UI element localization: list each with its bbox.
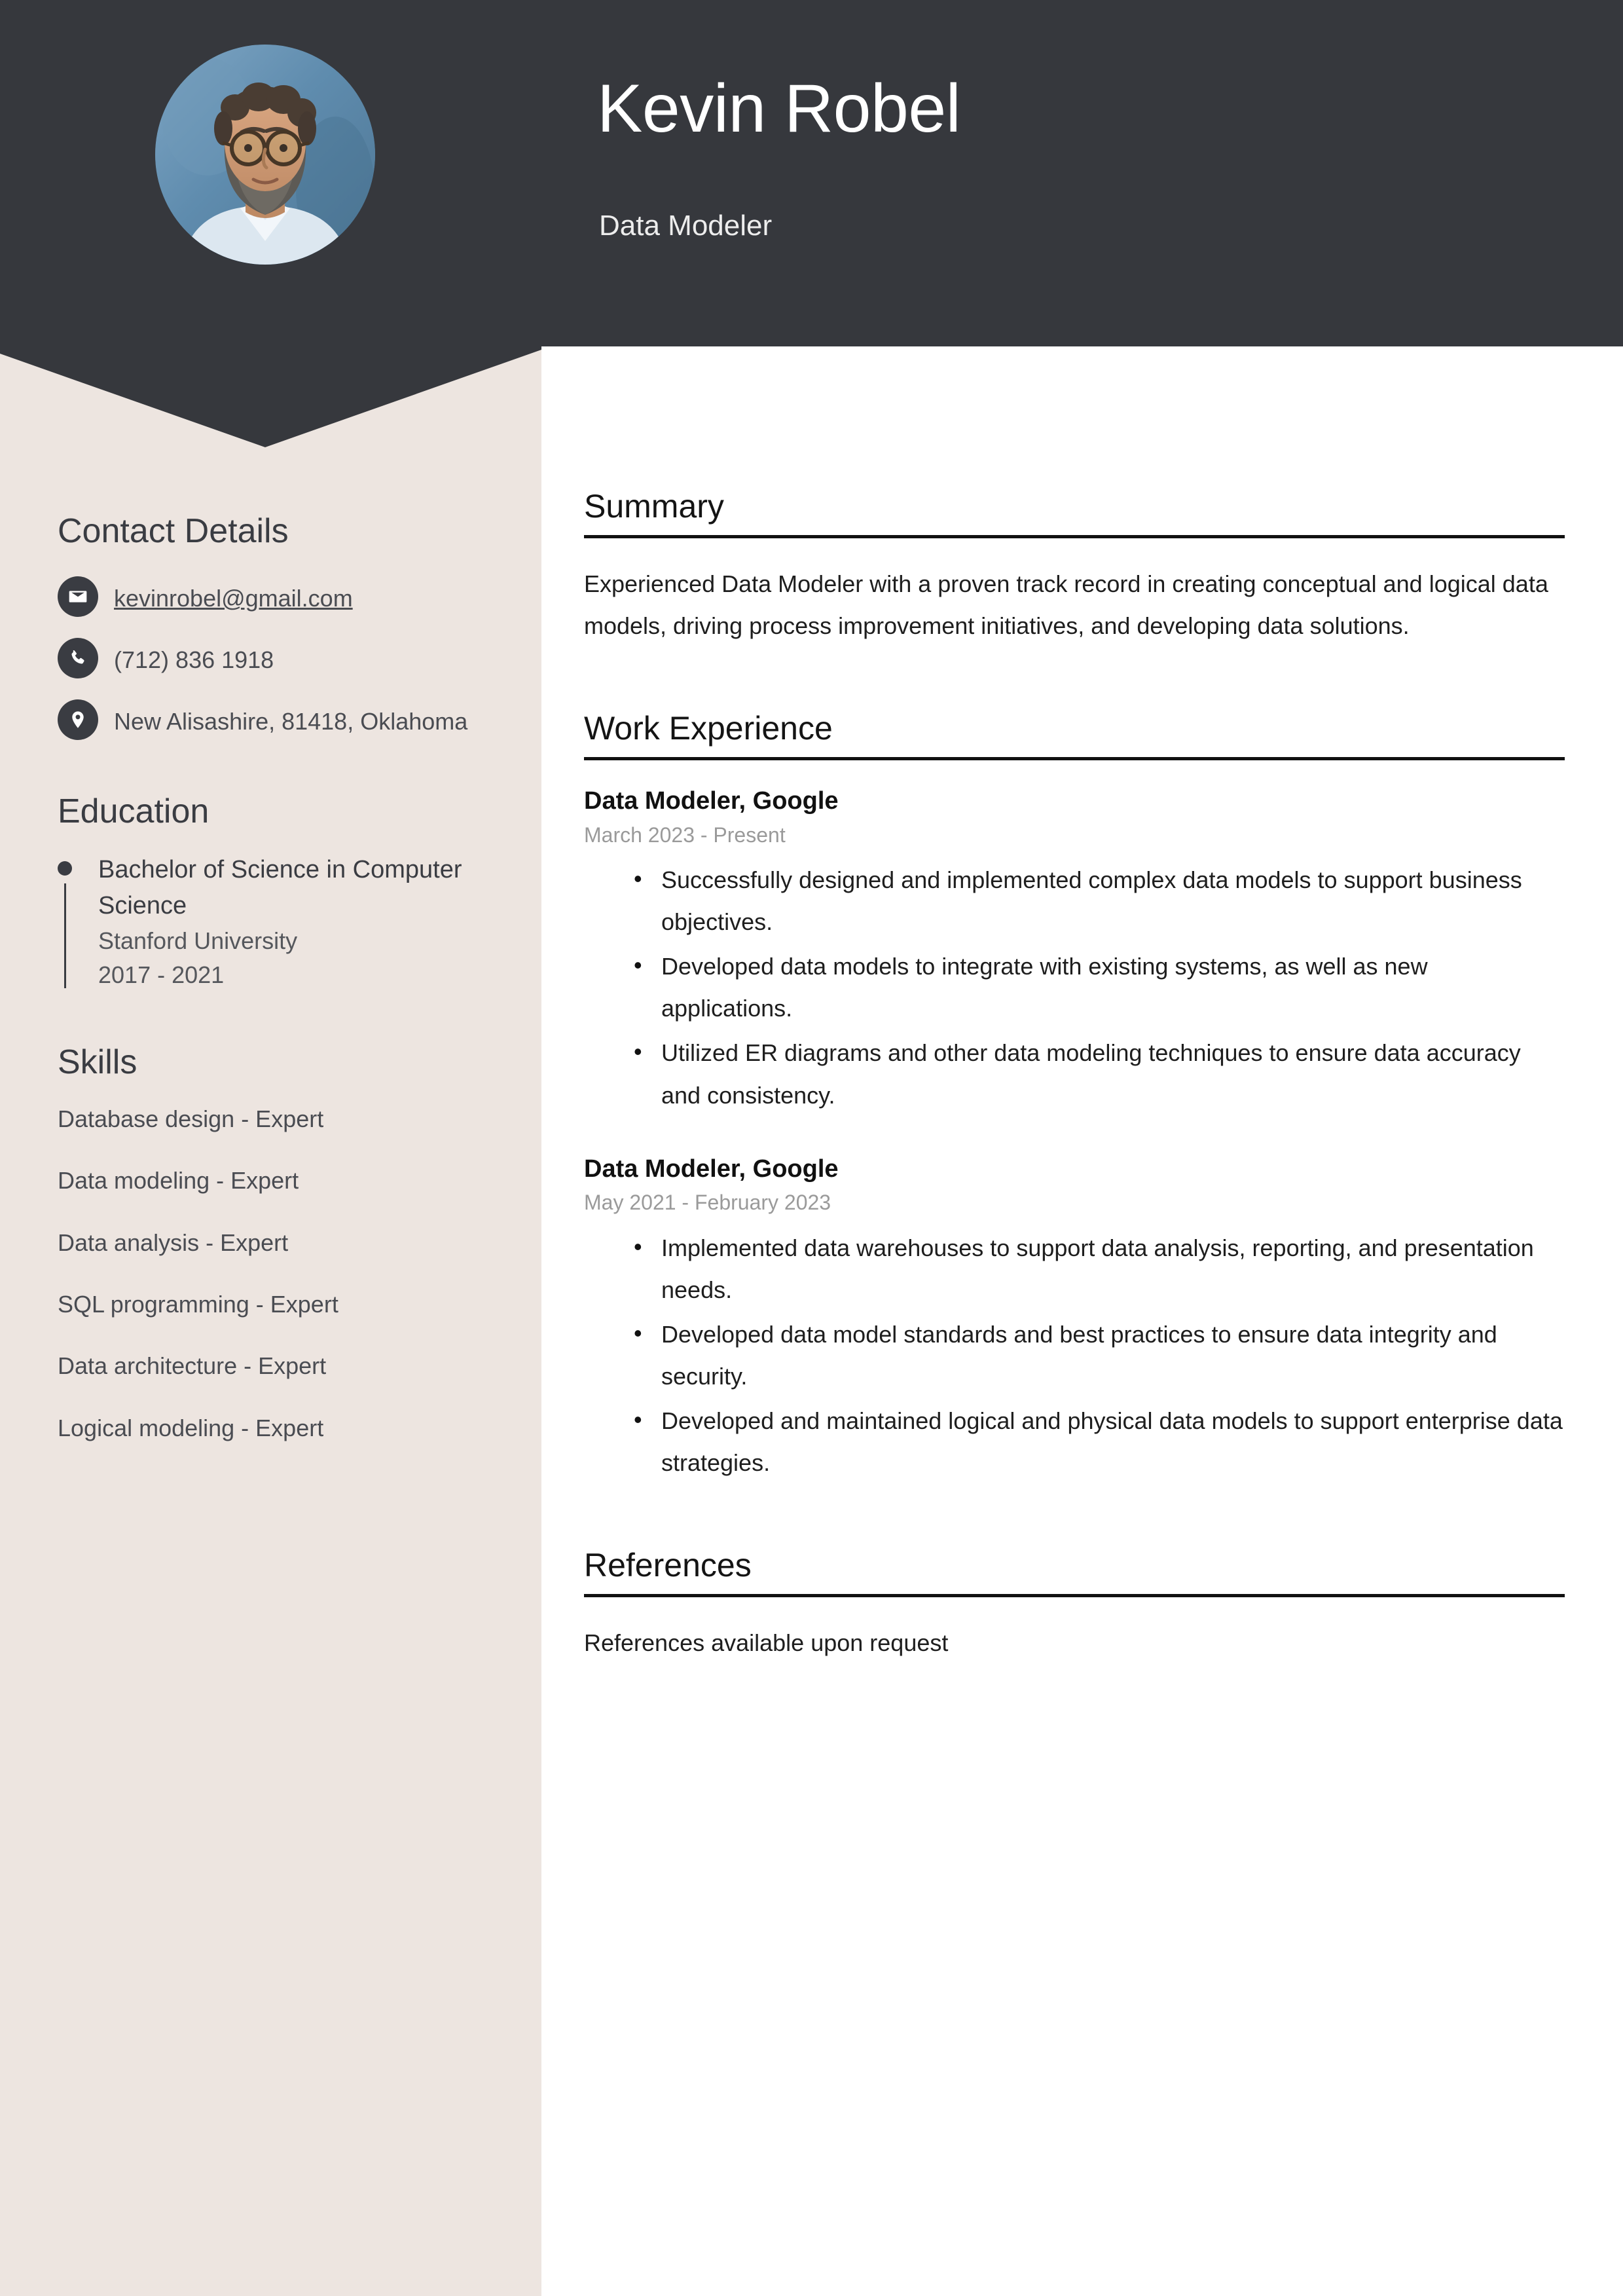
references-text: References available upon request (584, 1629, 949, 1657)
job-bullet-list: Successfully designed and implemented co… (584, 858, 1565, 1116)
work-experience-heading: Work Experience (584, 710, 833, 747)
profile-photo-illustration (155, 45, 375, 265)
job-bullet: Developed and maintained logical and phy… (634, 1399, 1565, 1484)
skill-item: Database design - Expert (58, 1105, 324, 1132)
job-title: Data Modeler, Google (584, 1155, 839, 1183)
email-value[interactable]: kevinrobel@gmail.com (114, 576, 353, 615)
section-divider (584, 757, 1565, 761)
education-heading: Education (58, 792, 210, 831)
resume-page: Kevin Robel Data Modeler Contact Details… (0, 0, 1623, 2296)
job-bullet-list: Implemented data warehouses to support d… (584, 1226, 1565, 1484)
work-experience-entry: Data Modeler, Google May 2021 - February… (584, 1153, 1565, 1484)
contact-row-address: New Alisashire, 81418, Oklahoma (58, 699, 502, 741)
job-bullet: Utilized ER diagrams and other data mode… (634, 1031, 1565, 1116)
section-divider (584, 535, 1565, 538)
job-bullet: Implemented data warehouses to support d… (634, 1226, 1565, 1311)
summary-heading: Summary (584, 488, 724, 525)
work-experience-entry: Data Modeler, Google March 2023 - Presen… (584, 785, 1565, 1116)
skills-heading: Skills (58, 1043, 137, 1082)
skill-item: Data architecture - Expert (58, 1352, 327, 1380)
contact-row-email[interactable]: kevinrobel@gmail.com (58, 576, 502, 618)
section-divider (584, 1594, 1565, 1598)
skill-item: Data modeling - Expert (58, 1167, 299, 1194)
education-section: Education Bachelor of Science in Compute… (58, 791, 502, 992)
education-list: Bachelor of Science in Computer Science … (58, 852, 502, 993)
phone-value: (712) 836 1918 (114, 646, 274, 674)
education-dates: 2017 - 2021 (98, 961, 225, 989)
job-role-subtitle: Data Modeler (599, 210, 773, 242)
job-title: Data Modeler, Google (584, 787, 839, 815)
job-bullet: Developed data model standards and best … (634, 1312, 1565, 1398)
timeline-line (64, 883, 66, 989)
contact-details-heading: Contact Details (58, 512, 289, 550)
phone-icon (58, 638, 98, 679)
main-content: Summary Experienced Data Modeler with a … (584, 488, 1565, 1664)
page-title: Kevin Robel (597, 71, 961, 147)
job-dates: March 2023 - Present (584, 823, 786, 847)
education-school: Stanford University (98, 927, 298, 954)
skill-item: Logical modeling - Expert (58, 1414, 324, 1441)
education-degree: Bachelor of Science in Computer Science (98, 855, 462, 919)
address-value: New Alisashire, 81418, Oklahoma (114, 708, 468, 735)
sidebar: Contact Details kevinrobel@gmail.com (71… (0, 347, 541, 2296)
contact-list: kevinrobel@gmail.com (712) 836 1918 New … (58, 576, 502, 741)
contact-row-phone[interactable]: (712) 836 1918 (58, 638, 502, 679)
location-pin-icon (58, 699, 98, 741)
skill-item: SQL programming - Expert (58, 1290, 338, 1318)
education-item: Bachelor of Science in Computer Science … (58, 852, 502, 993)
summary-text: Experienced Data Modeler with a proven t… (584, 570, 1548, 640)
envelope-icon (58, 576, 98, 618)
job-bullet: Successfully designed and implemented co… (634, 858, 1565, 943)
skills-section: Skills Database design - Expert Data mod… (58, 1042, 502, 1445)
references-section: References References available upon req… (584, 1547, 1565, 1664)
skills-list: Database design - Expert Data modeling -… (58, 1103, 502, 1445)
job-bullet: Developed data models to integrate with … (634, 944, 1565, 1029)
avatar (155, 45, 375, 265)
job-dates: May 2021 - February 2023 (584, 1191, 831, 1214)
timeline-bullet-icon (58, 861, 72, 876)
skill-item: Data analysis - Expert (58, 1229, 289, 1256)
work-experience-section: Work Experience Data Modeler, Google Mar… (584, 710, 1565, 1484)
summary-section: Summary Experienced Data Modeler with a … (584, 488, 1565, 647)
references-heading: References (584, 1547, 752, 1584)
contact-details-section: Contact Details kevinrobel@gmail.com (71… (58, 511, 502, 741)
